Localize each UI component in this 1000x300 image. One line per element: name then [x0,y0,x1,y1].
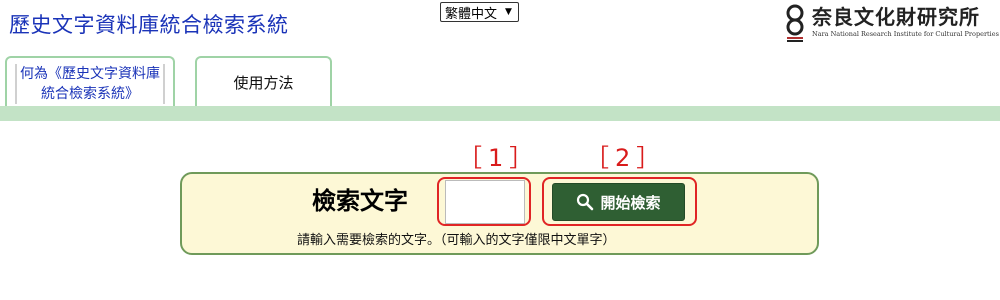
tab-about-system[interactable]: 何為《歷史文字資料庫 統合檢索系統》 [5,56,175,107]
search-hint: 請輸入需要檢索的文字。（可輸入的文字僅限中文單字） [297,233,616,248]
language-select[interactable]: 繁體中文 ▼ [440,2,519,22]
tab-usage[interactable]: 使用方法 [195,56,332,106]
search-label: 檢索文字 [312,187,408,215]
start-search-button-label: 開始檢索 [600,193,661,212]
institute-english-name: Nara National Research Institute for Cul… [812,30,999,38]
annotation-step-1: ［1］ [458,144,540,172]
tab-about-label-line2: 統合檢索系統》 [41,85,139,102]
institute-emblem-icon [786,4,804,42]
chevron-down-icon: ▼ [505,7,512,17]
start-search-button[interactable]: 開始檢索 [552,183,685,221]
annotation-highlight-1 [437,177,531,226]
institute-name: 奈良文化財研究所 [812,5,980,29]
search-icon [577,193,594,211]
language-select-value: 繁體中文 [445,6,498,22]
site-title: 歷史文字資料庫統合檢索系統 [9,13,289,37]
annotation-step-2: ［2］ [585,144,667,172]
tab-usage-label: 使用方法 [233,73,294,92]
nav-divider-band [0,106,1000,121]
institute-logo[interactable]: 奈良文化財研究所 Nara National Research Institut… [786,4,999,44]
tab-about-label-line1: 何為《歷史文字資料庫 [20,65,160,82]
